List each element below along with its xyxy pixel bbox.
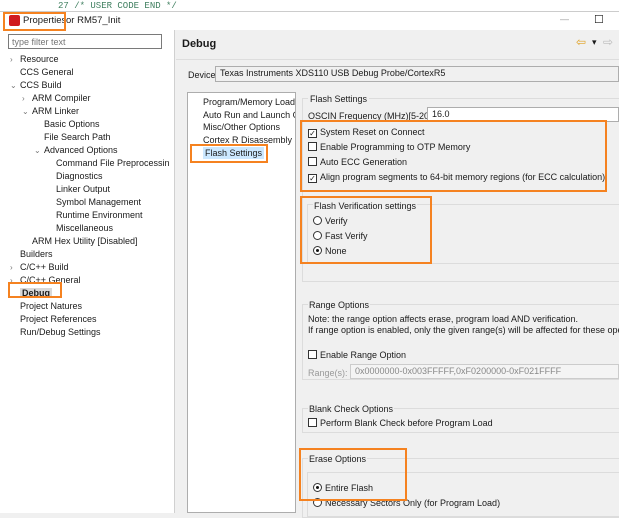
tree-item[interactable]: › Resource: [10, 53, 170, 66]
tree-item-label: Miscellaneous: [56, 223, 114, 233]
chevron-icon[interactable]: ›: [10, 53, 20, 66]
background-editor: 27 /* USER CODE END */: [0, 0, 619, 12]
tree-item-label: Runtime Environment: [56, 210, 143, 220]
tree-item-label: Builders: [20, 249, 53, 259]
tree-item[interactable]: Project References: [10, 313, 170, 326]
highlight-flash-settings: [190, 144, 268, 163]
tree-item[interactable]: Runtime Environment: [46, 209, 170, 222]
tree-item[interactable]: Linker Output: [46, 183, 170, 196]
chevron-icon[interactable]: ⌄: [34, 144, 44, 157]
category-item[interactable]: Misc/Other Options: [203, 121, 295, 134]
tree-item-label: Advanced Options: [44, 145, 118, 155]
enable-range-checkbox[interactable]: Enable Range Option: [308, 350, 406, 360]
range-note-2: If range option is enabled, only the giv…: [308, 325, 619, 335]
tree-item[interactable]: Project Natures: [10, 300, 170, 313]
tree-item[interactable]: ⌄ ARM Linker: [22, 105, 170, 118]
tree-item[interactable]: Builders: [10, 248, 170, 261]
tree-item[interactable]: ARM Hex Utility [Disabled]: [22, 235, 170, 248]
tree-item-label: CCS Build: [20, 80, 62, 90]
tree-item-label: ARM Compiler: [32, 93, 91, 103]
tree-item[interactable]: Miscellaneous: [46, 222, 170, 235]
checkbox-icon: [308, 418, 317, 427]
highlight-checkboxes: [300, 120, 607, 192]
tree-item-label: Resource: [20, 54, 59, 64]
chevron-icon[interactable]: ›: [10, 261, 20, 274]
tree-item[interactable]: ⌄ CCS Build: [10, 79, 170, 92]
highlight-debug: [8, 282, 62, 298]
filter-input[interactable]: [8, 34, 162, 49]
tree-item-label: Linker Output: [56, 184, 111, 194]
history-dropdown-icon[interactable]: ▾: [592, 37, 597, 48]
tree-item-label: Symbol Management: [56, 197, 142, 207]
tree-item-label: Diagnostics: [56, 171, 103, 181]
forward-icon[interactable]: ⇨: [603, 35, 613, 49]
chevron-icon[interactable]: ›: [22, 92, 32, 105]
ranges-label: Range(s):: [308, 368, 348, 378]
page-title: Debug: [182, 38, 217, 50]
chevron-icon[interactable]: ⌄: [22, 105, 32, 118]
device-field[interactable]: Texas Instruments XDS110 USB Debug Probe…: [215, 66, 619, 82]
page-header: Debug ⇦ ▾ ⇨: [176, 30, 619, 60]
range-options-title: Range Options: [308, 300, 371, 310]
ranges-input[interactable]: 0x0000000-0x003FFFFF,0xF0200000-0xF021FF…: [350, 364, 619, 379]
flash-settings-title: Flash Settings: [308, 94, 370, 104]
maximize-button[interactable]: ☐: [594, 13, 604, 26]
tree-item[interactable]: Command File Preprocessin: [46, 157, 170, 170]
tree-item[interactable]: Run/Debug Settings: [10, 326, 170, 339]
highlight-verification: [300, 196, 432, 264]
title-bar: Properties or RM57_Init — ☐: [0, 12, 619, 30]
tree-item[interactable]: › ARM Compiler: [22, 92, 170, 105]
tree-item-label: Basic Options: [44, 119, 100, 129]
tree-item-label: File Search Path: [44, 132, 111, 142]
device-label: Device: [188, 70, 216, 80]
minimize-button[interactable]: —: [560, 14, 569, 24]
tree-item[interactable]: ⌄ Advanced Options: [34, 144, 170, 157]
category-item[interactable]: Auto Run and Launch O: [203, 109, 295, 122]
blank-check-title: Blank Check Options: [308, 404, 395, 414]
window-title-suffix: or RM57_Init: [66, 15, 121, 26]
highlight-title: [3, 12, 66, 31]
chevron-icon[interactable]: ⌄: [10, 79, 20, 92]
blank-check-checkbox[interactable]: Perform Blank Check before Program Load: [308, 418, 493, 428]
tree-item-label: ARM Hex Utility [Disabled]: [32, 236, 138, 246]
range-note-1: Note: the range option affects erase, pr…: [308, 314, 578, 324]
tree-item-label: C/C++ Build: [20, 262, 69, 272]
back-icon[interactable]: ⇦: [576, 35, 586, 49]
tree-item-label: ARM Linker: [32, 106, 80, 116]
tree-item[interactable]: › C/C++ Build: [10, 261, 170, 274]
highlight-erase: [299, 448, 407, 501]
tree-item[interactable]: CCS General: [10, 66, 170, 79]
tree-item[interactable]: Diagnostics: [46, 170, 170, 183]
tree-item-label: Project References: [20, 314, 97, 324]
tree-item[interactable]: File Search Path: [34, 131, 170, 144]
tree-item-label: Run/Debug Settings: [20, 327, 101, 337]
tree-item-label: Command File Preprocessin: [56, 158, 170, 168]
category-item[interactable]: Program/Memory Load: [203, 96, 295, 109]
tree-item-label: CCS General: [20, 67, 74, 77]
checkbox-icon: [308, 350, 317, 359]
tree-item[interactable]: Symbol Management: [46, 196, 170, 209]
tree-item[interactable]: Basic Options: [34, 118, 170, 131]
tree-item-label: Project Natures: [20, 301, 83, 311]
